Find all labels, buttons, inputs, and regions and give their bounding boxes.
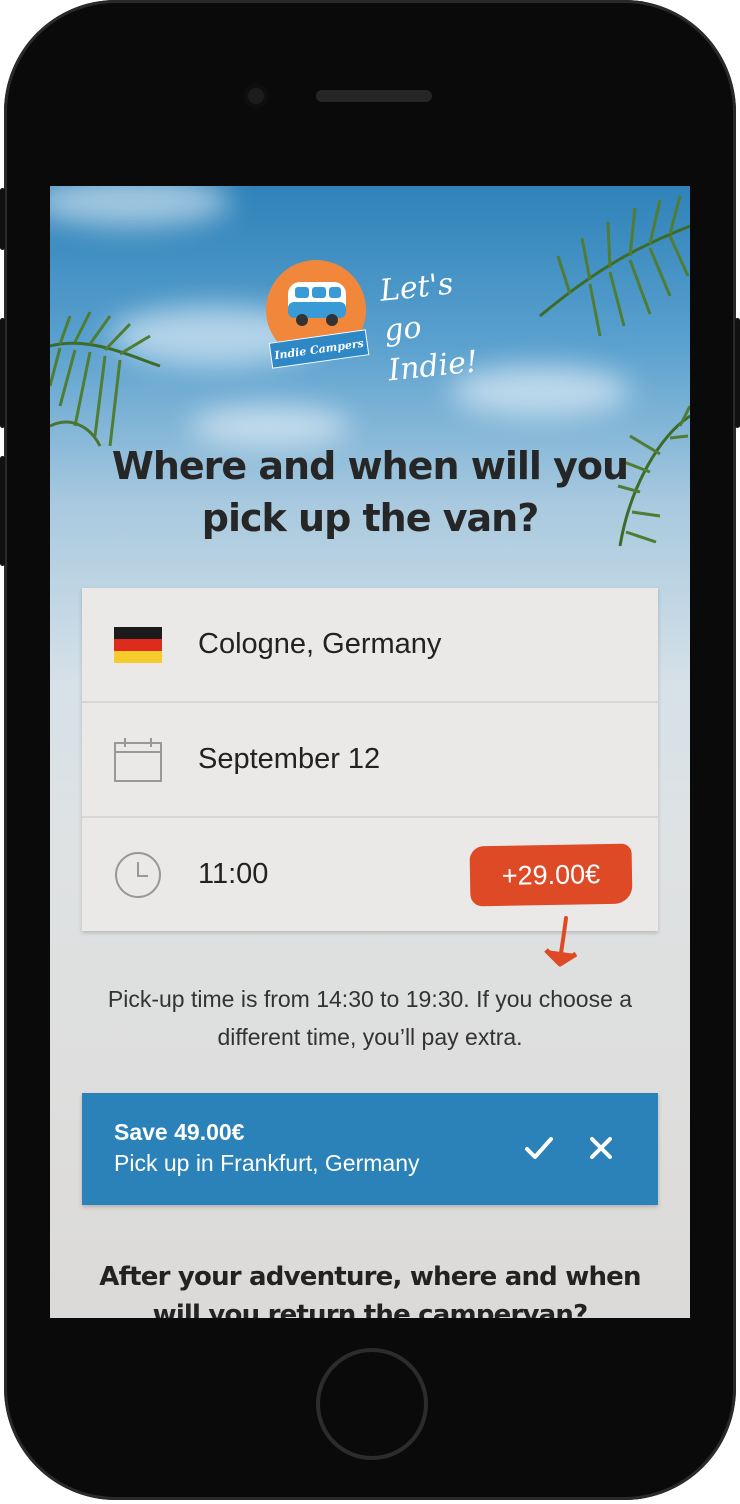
volume-up-button [0, 318, 5, 428]
calendar-icon [112, 734, 164, 786]
pickup-time-note: Pick-up time is from 14:30 to 19:30. If … [107, 986, 633, 1050]
clock-icon [112, 849, 164, 901]
tagline-line-1: Let's go [378, 266, 455, 349]
pickup-time-value: 11:00 [198, 858, 269, 890]
silent-switch [0, 188, 5, 250]
arrow-down-icon [544, 916, 578, 967]
checkmark-icon[interactable] [522, 1131, 556, 1165]
cloud-decoration [50, 186, 230, 226]
pickup-date-field[interactable]: September 12 [82, 703, 658, 818]
pickup-heading: Where and when will you pick up the van? [111, 444, 629, 540]
home-button[interactable] [316, 1348, 428, 1460]
pickup-date-value: September 12 [198, 743, 381, 775]
app-screen: Indie Campers Let's go Indie! Where and … [50, 186, 690, 1318]
pickup-location-value: Cologne, Germany [198, 628, 442, 660]
close-icon[interactable] [584, 1131, 618, 1165]
pickup-time-field[interactable]: 11:00 +29.00€ [82, 818, 658, 931]
front-camera [244, 84, 268, 108]
pickup-form-card: Cologne, Germany September 12 11:00 +29.… [82, 588, 658, 931]
campervan-icon [288, 282, 346, 326]
power-button [735, 318, 740, 428]
germany-flag-icon [112, 619, 164, 671]
return-heading: After your adventure, where and when wil… [99, 1262, 641, 1318]
time-surcharge-badge: +29.00€ [469, 843, 633, 907]
brand-logo: Indie Campers Let's go Indie! [266, 260, 486, 388]
pickup-location-field[interactable]: Cologne, Germany [82, 588, 658, 703]
offer-subtitle: Pick up in Frankfurt, Germany [114, 1150, 420, 1176]
offer-title: Save 49.00€ [114, 1119, 245, 1145]
brand-tagline: Let's go Indie! [378, 261, 500, 392]
alternate-pickup-offer: Save 49.00€ Pick up in Frankfurt, German… [82, 1093, 658, 1205]
volume-down-button [0, 456, 5, 566]
earpiece-speaker [316, 90, 432, 102]
